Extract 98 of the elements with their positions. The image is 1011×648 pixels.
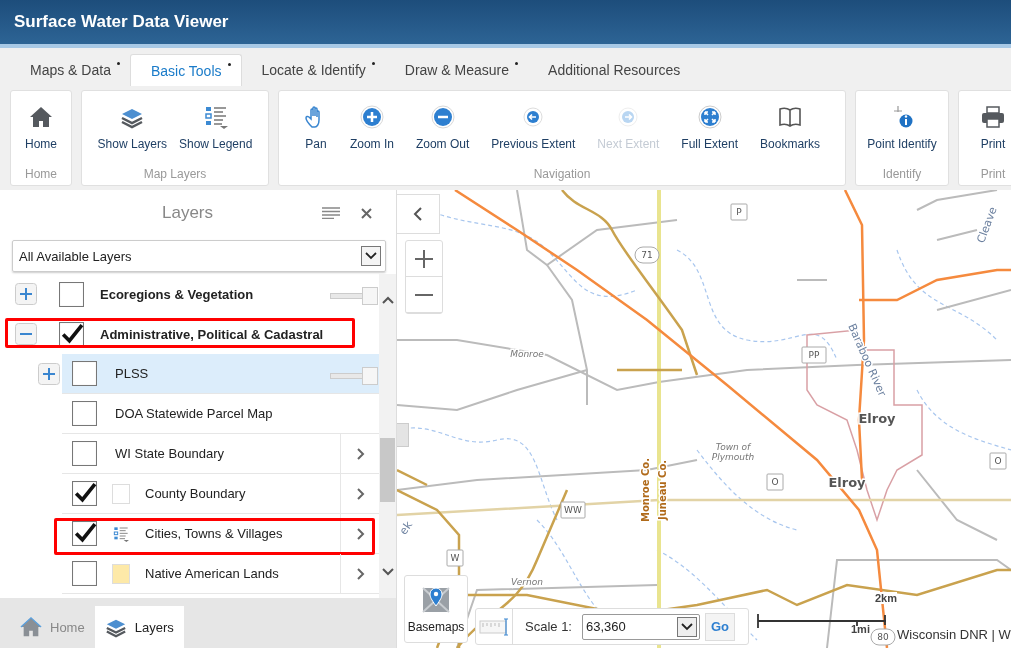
ribbon-tab[interactable]: Basic Tools [129, 54, 242, 86]
scrollbar[interactable] [379, 274, 396, 598]
toolbar-button[interactable]: Zoom In [345, 103, 398, 153]
toolbar-button[interactable]: Show Legend [175, 103, 257, 153]
layer-name: County Boundary [145, 486, 246, 501]
legend-icon [203, 105, 228, 129]
scale-dropdown[interactable]: 63,360 [582, 613, 700, 640]
layer-name: PLSS [115, 366, 149, 381]
layer-name: Ecoregions & Vegetation [100, 286, 254, 302]
checkbox[interactable] [72, 401, 97, 426]
layer-name: Cities, Towns & Villages [145, 526, 283, 541]
checkbox[interactable] [72, 521, 97, 546]
checkbox[interactable] [59, 281, 84, 307]
home-icon[interactable] [20, 616, 42, 638]
toolbar-button[interactable]: Bookmarks [756, 103, 825, 153]
plus-icon [414, 248, 434, 269]
basemaps-button[interactable]: Basemaps [404, 575, 468, 643]
toolbar-button[interactable]: Pan [299, 103, 332, 153]
toolbar-button[interactable]: Previous Extent [487, 103, 580, 153]
route-shield: PP [801, 346, 827, 364]
close-icon[interactable] [361, 207, 373, 219]
opacity-slider[interactable] [330, 367, 378, 383]
go-button[interactable]: Go [705, 612, 735, 641]
toolbar-button[interactable]: Home [21, 103, 61, 153]
checkbox[interactable] [72, 481, 97, 506]
toolbar-button[interactable]: Full Extent [677, 103, 743, 153]
checkbox[interactable] [72, 441, 97, 466]
toolbar-button[interactable]: Print [976, 103, 1010, 153]
toolbar-button[interactable]: Point Identify [863, 103, 941, 153]
map-pin-icon [421, 584, 451, 614]
map-label: Monroe [510, 349, 544, 359]
route-shield: O [766, 473, 784, 491]
route-shield: O [989, 452, 1007, 470]
printer-icon [981, 105, 1005, 129]
expand-toggle[interactable] [15, 323, 37, 345]
county-label: Juneau Co. [656, 459, 668, 521]
chevron-right-icon[interactable] [357, 527, 365, 540]
layer-row[interactable]: Cities, Towns & Villages [62, 514, 380, 554]
group-label: Map Layers [143, 167, 207, 181]
ruler-icon[interactable] [479, 617, 509, 636]
route-shield: 71 [634, 246, 660, 264]
ribbon-tab[interactable]: Locate & Identify [241, 54, 385, 86]
panel-tab[interactable]: Layers [94, 606, 184, 648]
route-shield: WW [560, 501, 586, 519]
ribbon-tab[interactable]: Draw & Measure [384, 54, 529, 86]
chevron-right-icon[interactable] [357, 487, 365, 500]
toolbar-button[interactable]: Show Layers [93, 103, 171, 153]
layer-row[interactable]: County Boundary [62, 474, 380, 514]
opacity-slider[interactable] [330, 287, 378, 303]
toolbar-button[interactable]: Zoom Out [411, 103, 474, 153]
ribbon-tab[interactable]: Additional Resources [528, 54, 691, 86]
resize-handle[interactable] [397, 423, 409, 447]
layer-row[interactable]: Native American Lands [62, 554, 380, 594]
layer-name: WI State Boundary [115, 446, 225, 461]
scroll-down-icon[interactable] [381, 568, 394, 576]
scroll-thumb[interactable] [380, 438, 395, 502]
attribution-text: Wisconsin DNR | W [897, 627, 1011, 642]
app-title: Surface Water Data Viewer [14, 12, 229, 32]
chevron-right-icon[interactable] [357, 567, 365, 580]
checkbox[interactable] [72, 561, 97, 586]
group-label: Home [25, 167, 57, 181]
scale-label: 1mi [851, 623, 870, 635]
route-shield: 80 [870, 628, 896, 646]
chevron-left-icon [413, 206, 423, 222]
layer-row[interactable]: DOA Statewide Parcel Map [62, 394, 380, 434]
layer-row[interactable]: Ecoregions & Vegetation [0, 274, 380, 314]
scale-label: 2km [875, 592, 898, 604]
group-label: Identify [882, 167, 922, 181]
layer-name: Administrative, Political & Cadastral [100, 326, 324, 342]
county-label: Monroe Co. [639, 458, 651, 522]
checkbox[interactable] [59, 321, 84, 347]
scale-label: Scale 1: [525, 619, 572, 634]
panel-title: Layers [162, 203, 214, 223]
ribbon-tab[interactable]: Maps & Data [10, 54, 130, 86]
legend-icon [113, 525, 129, 542]
book-icon [778, 105, 803, 129]
chevron-right-icon[interactable] [357, 447, 365, 460]
checkbox[interactable] [72, 361, 97, 386]
expand-toggle[interactable] [15, 283, 37, 305]
route-shield: P [730, 203, 748, 221]
expand-toggle[interactable] [38, 362, 60, 385]
water-label: ek [397, 518, 416, 538]
scroll-up-icon[interactable] [381, 296, 394, 304]
layer-name: DOA Statewide Parcel Map [115, 406, 273, 421]
group-label: Print [980, 167, 1006, 181]
zoom-out-icon [430, 105, 455, 129]
slider-thumb[interactable] [362, 287, 378, 305]
slider-thumb[interactable] [362, 367, 378, 385]
map-label: Town of Plymouth [711, 442, 755, 462]
layer-filter-dropdown[interactable]: All Available Layers [12, 240, 386, 272]
minus-icon [414, 293, 434, 296]
layer-name: Native American Lands [145, 566, 279, 581]
group-label: Navigation [533, 167, 591, 181]
home-icon [29, 105, 53, 129]
zoom-in-icon [359, 105, 384, 129]
full-extent-icon [697, 105, 722, 129]
route-shield: W [446, 549, 464, 567]
menu-icon[interactable] [322, 207, 341, 219]
